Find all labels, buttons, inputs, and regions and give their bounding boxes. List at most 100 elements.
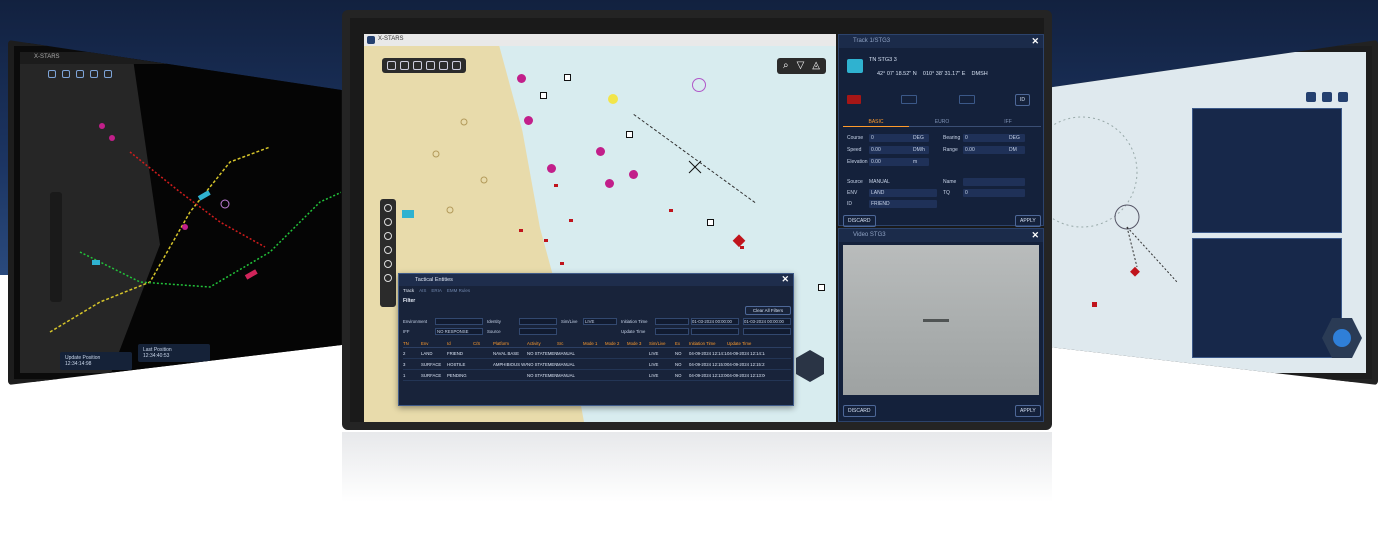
speed-label: Speed bbox=[847, 147, 862, 153]
initiation-time-select[interactable] bbox=[655, 318, 689, 325]
id-label: ID bbox=[847, 201, 852, 207]
cell-update-time: 04-09-2024 12:14:14 bbox=[727, 350, 765, 356]
table-row[interactable]: 3 SURFACE HOSTILE AMPHIBIOUS WARFARE... … bbox=[403, 359, 791, 370]
target-tool-icon[interactable] bbox=[384, 218, 392, 226]
col-mode1[interactable]: Mode 1 bbox=[583, 341, 605, 346]
update-to-field[interactable] bbox=[743, 328, 791, 335]
update-from-field[interactable] bbox=[691, 328, 739, 335]
col-cs[interactable]: C/S bbox=[473, 341, 493, 346]
help-tool-icon[interactable] bbox=[384, 274, 392, 282]
ew-button[interactable] bbox=[959, 95, 975, 104]
environment-label: Environment bbox=[403, 319, 428, 324]
table-row[interactable]: 1 SURFACE PENDING NO STATEMENT MANUAL LI… bbox=[403, 370, 791, 381]
bearing-value: 0 bbox=[965, 135, 968, 141]
cell-sim-live: LIVE bbox=[649, 350, 659, 356]
cell-src: MANUAL bbox=[557, 350, 575, 356]
last-position-readout: Last Position 12:34:40:53 bbox=[138, 344, 210, 362]
monitor-tool-icon[interactable] bbox=[384, 260, 392, 268]
name-label: Name bbox=[943, 179, 957, 185]
navigation-compass-icon[interactable] bbox=[1333, 329, 1351, 347]
apply-button[interactable]: APPLY bbox=[1015, 405, 1041, 417]
tn-suffix: 3 bbox=[893, 57, 897, 63]
tab-emm-rules[interactable]: EMM Rules bbox=[447, 288, 470, 293]
cell-initiation-time: 04-09-2024 12:15:05 bbox=[689, 361, 727, 367]
col-ex[interactable]: Ex bbox=[675, 341, 689, 346]
tab-ais[interactable]: AIS bbox=[419, 288, 426, 293]
col-update-time[interactable]: Update Time bbox=[727, 341, 765, 346]
col-tn[interactable]: TN bbox=[403, 341, 421, 346]
col-env[interactable]: Env bbox=[421, 341, 447, 346]
cell-env: SURFACE bbox=[421, 372, 442, 378]
elevation-unit: m bbox=[913, 159, 918, 165]
video-feed[interactable] bbox=[843, 245, 1039, 395]
red-boundary-line bbox=[129, 151, 266, 248]
tab-euro[interactable]: EURO bbox=[909, 117, 975, 127]
env-value: LAND bbox=[871, 190, 885, 196]
tactical-entities-window: Tactical Entities ✕ Track AIS ERIA EMM R… bbox=[398, 273, 794, 406]
tn-select[interactable]: STG3 bbox=[878, 57, 892, 63]
close-icon[interactable]: ✕ bbox=[781, 274, 789, 285]
iff-label: IFF bbox=[403, 329, 410, 334]
table-row[interactable]: 2 LAND FRIEND NAVAL BASE NO STATEMENT MA… bbox=[403, 348, 791, 359]
close-icon[interactable]: ✕ bbox=[1031, 230, 1039, 241]
track-details-panel: Track 1/STG3 ✕ TN STG3 3 42° 07' 18.52" … bbox=[838, 34, 1044, 227]
col-initiation-time[interactable]: Initiation Time bbox=[689, 341, 727, 346]
col-platform[interactable]: Platform bbox=[493, 341, 527, 346]
col-src[interactable]: Src bbox=[557, 341, 583, 346]
tab-iff[interactable]: IFF bbox=[975, 117, 1041, 127]
readout-value: 12:34:40:53 bbox=[143, 353, 170, 359]
entities-table: TN Env Id C/S Platform Activity Src Mode… bbox=[403, 340, 791, 381]
esn-button[interactable] bbox=[901, 95, 917, 104]
col-sim-live[interactable]: Sim/Live bbox=[649, 341, 675, 346]
col-id[interactable]: Id bbox=[447, 341, 473, 346]
speed-value: 0.00 bbox=[871, 147, 881, 153]
source-select[interactable] bbox=[519, 328, 557, 335]
cell-src: MANUAL bbox=[557, 361, 575, 367]
tab-basic[interactable]: BASIC bbox=[843, 117, 909, 127]
table-header: TN Env Id C/S Platform Activity Src Mode… bbox=[403, 340, 791, 348]
cell-id: PENDING bbox=[447, 372, 467, 378]
hostile-marker bbox=[1130, 266, 1140, 277]
identity-select[interactable] bbox=[519, 318, 557, 325]
cell-platform: NAVAL BASE bbox=[493, 350, 519, 356]
cell-ex: NO bbox=[675, 372, 682, 378]
apply-button[interactable]: APPLY bbox=[1015, 215, 1041, 227]
id-button[interactable]: ID bbox=[1015, 94, 1030, 106]
alert-button[interactable] bbox=[847, 95, 861, 104]
name-input[interactable] bbox=[963, 178, 1025, 186]
coastal-marker bbox=[432, 150, 440, 158]
bearing-label: Bearing bbox=[943, 135, 961, 141]
cell-env: LAND bbox=[421, 350, 433, 356]
cell-src: MANUAL bbox=[557, 372, 575, 378]
tab-eria[interactable]: ERIA bbox=[431, 288, 442, 293]
track-vector bbox=[1126, 226, 1138, 268]
col-mode3[interactable]: Mode 3 bbox=[627, 341, 649, 346]
discard-button[interactable]: DISCARD bbox=[843, 215, 876, 227]
coord-format-select[interactable]: DMSH bbox=[972, 71, 988, 77]
discard-button[interactable]: DISCARD bbox=[843, 405, 876, 417]
cell-id: FRIEND bbox=[447, 350, 463, 356]
radar-tool-icon[interactable] bbox=[384, 204, 392, 212]
video-panel-header: Video STG3 ✕ bbox=[839, 229, 1043, 242]
range-label: Range bbox=[943, 147, 958, 153]
col-activity[interactable]: Activity bbox=[527, 341, 557, 346]
floor-reflection bbox=[342, 432, 1052, 502]
building-tool-icon[interactable] bbox=[384, 246, 392, 254]
cell-update-time: 04-09-2024 12:15:21 bbox=[727, 361, 765, 367]
track-panel-header: Track 1/STG3 ✕ bbox=[839, 35, 1043, 48]
source-label: Source bbox=[487, 329, 501, 334]
cell-activity: NO STATEMENT bbox=[527, 372, 557, 378]
cell-platform: AMPHIBIOUS WARFARE... bbox=[493, 361, 527, 367]
close-icon[interactable]: ✕ bbox=[1031, 36, 1039, 47]
globe-tool-icon[interactable] bbox=[384, 232, 392, 240]
elevation-value: 0.00 bbox=[871, 159, 881, 165]
right-track-panel bbox=[1192, 238, 1342, 358]
bearing-unit: DEG bbox=[1009, 135, 1020, 141]
tq-input[interactable] bbox=[963, 189, 1025, 197]
tab-track[interactable]: Track bbox=[403, 288, 414, 293]
environment-select[interactable] bbox=[435, 318, 483, 325]
update-time-select[interactable] bbox=[655, 328, 689, 335]
clear-filters-button[interactable]: Clear All Filters bbox=[745, 306, 791, 315]
asset-marker bbox=[92, 260, 100, 265]
col-mode2[interactable]: Mode 2 bbox=[605, 341, 627, 346]
